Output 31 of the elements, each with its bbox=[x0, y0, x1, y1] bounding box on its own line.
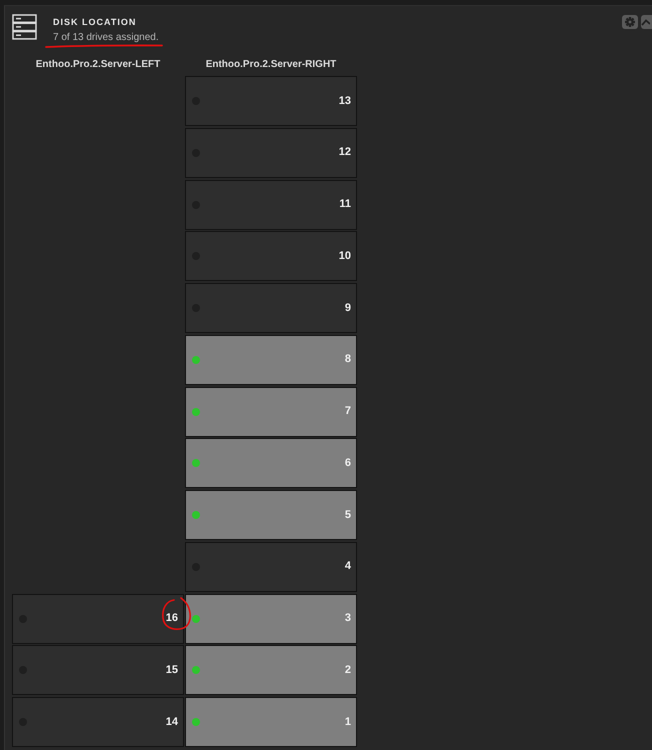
bay-number: 1 bbox=[344, 716, 351, 728]
bay-number: 3 bbox=[344, 612, 351, 625]
column-label: Enthoo.Pro.2.Server-RIGHT bbox=[206, 59, 336, 71]
bay-number: 7 bbox=[344, 405, 351, 418]
bay-number: 9 bbox=[344, 302, 351, 314]
status-dot-icon bbox=[192, 666, 200, 674]
bay-number: 13 bbox=[338, 94, 351, 108]
settings-icon bbox=[625, 17, 635, 27]
panel-subtitle: 7 of 13 drives assigned. bbox=[53, 32, 159, 44]
bay-number: 11 bbox=[339, 198, 351, 211]
status-dot-icon bbox=[192, 511, 200, 519]
bay-number: 8 bbox=[344, 353, 351, 366]
server-icon bbox=[12, 14, 37, 40]
status-dot-icon bbox=[192, 614, 200, 622]
bay-number: 6 bbox=[344, 456, 351, 470]
column-label: Enthoo.Pro.2.Server-LEFT bbox=[36, 59, 160, 71]
bay-number: 2 bbox=[344, 664, 351, 677]
bay-number: 15 bbox=[166, 664, 178, 677]
status-dot-icon bbox=[192, 356, 200, 364]
bay-number: 10 bbox=[338, 250, 351, 263]
bay-number: 4 bbox=[344, 560, 351, 574]
status-dot-icon bbox=[192, 718, 200, 726]
status-dot-icon bbox=[192, 408, 200, 416]
bay-number: 16 bbox=[166, 612, 178, 625]
bay-number: 5 bbox=[344, 508, 351, 522]
bay-number: 12 bbox=[338, 146, 351, 160]
collapse-button[interactable] bbox=[641, 15, 652, 29]
status-dot-icon bbox=[192, 459, 200, 468]
settings-button[interactable] bbox=[622, 15, 638, 29]
panel-title: DISK LOCATION bbox=[53, 17, 136, 28]
bay-number: 14 bbox=[166, 716, 178, 728]
